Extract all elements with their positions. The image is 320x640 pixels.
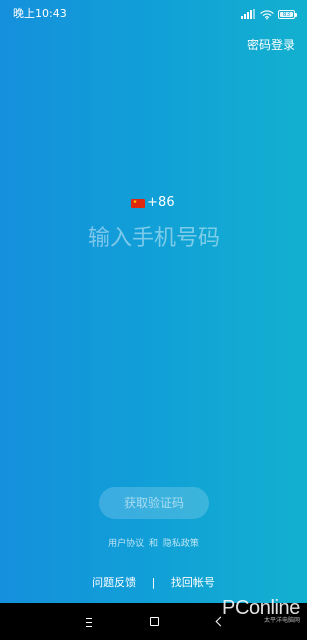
status-time: 晚上10:43 (13, 7, 67, 20)
back-chevron-icon (215, 616, 226, 627)
user-agreement-link[interactable]: 用户协议 (108, 538, 144, 550)
country-code: +86 (147, 195, 175, 210)
battery-percentage: 83 (282, 10, 291, 18)
china-flag-icon (131, 198, 145, 208)
agreement-text: 用户协议 和 隐私政策 (0, 538, 307, 550)
bottom-separator: | (151, 576, 156, 589)
login-screen: 晚上10:43 83 密码登录 +86 输入手机号码 获取验证码 用户协议 和 … (0, 0, 307, 640)
recover-account-link[interactable]: 找回帐号 (171, 575, 215, 591)
back-icon[interactable] (211, 615, 229, 629)
status-icons: 83 (241, 8, 297, 20)
get-verification-code-button[interactable]: 获取验证码 (99, 487, 209, 519)
privacy-policy-link[interactable]: 隐私政策 (163, 538, 199, 550)
menu-line (86, 618, 92, 619)
menu-icon[interactable] (80, 615, 98, 629)
menu-line (86, 626, 92, 627)
status-bar: 晚上10:43 83 (0, 0, 307, 28)
home-icon[interactable] (145, 615, 163, 629)
phone-number-input[interactable] (74, 224, 234, 254)
country-code-selector[interactable]: +86 (131, 194, 175, 212)
password-login-link[interactable]: 密码登录 (247, 37, 295, 53)
signal-icon (241, 9, 256, 19)
system-navigation-bar (0, 603, 307, 640)
home-square-icon (150, 617, 159, 626)
wifi-icon (260, 9, 274, 20)
menu-line (86, 622, 92, 623)
battery-icon: 83 (278, 9, 297, 19)
bottom-links: 问题反馈 | 找回帐号 (0, 575, 307, 591)
flag-star (133, 199, 137, 204)
feedback-link[interactable]: 问题反馈 (92, 575, 136, 591)
agreement-and: 和 (148, 539, 158, 549)
